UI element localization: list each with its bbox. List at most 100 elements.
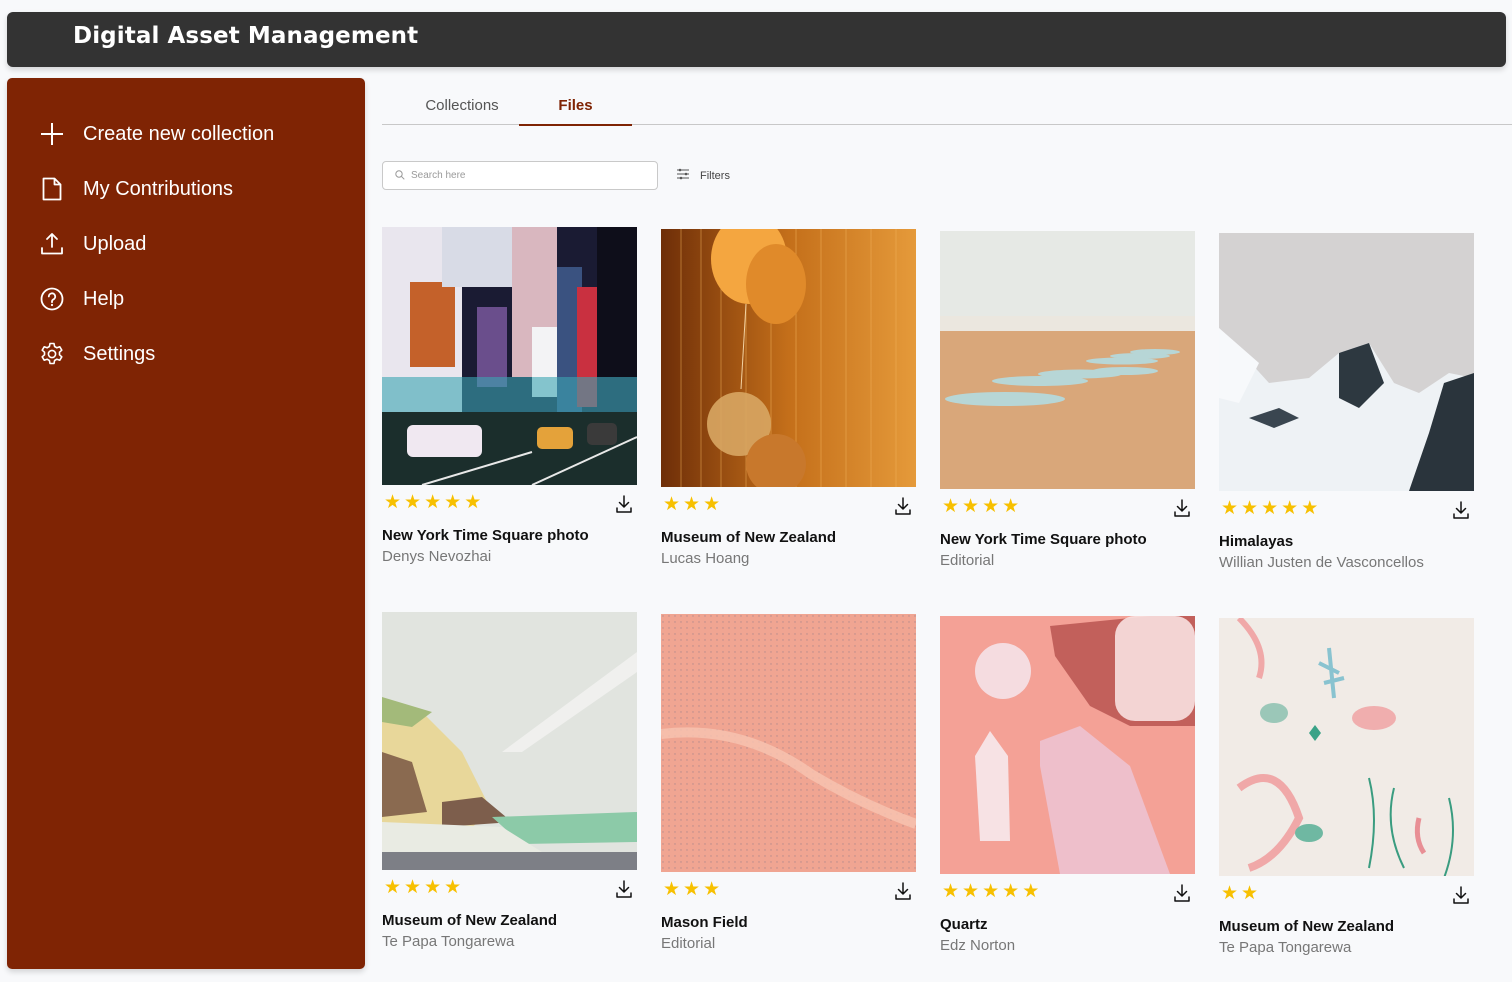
file-thumbnail-times-square-night[interactable]: [382, 227, 637, 485]
file-title: New York Time Square photo: [940, 531, 1147, 548]
file-meta: ★ ★ Museum of New Zealand Te Papa Tongare…: [1219, 876, 1474, 966]
star-icon: ★: [464, 492, 482, 513]
search-input[interactable]: [411, 170, 631, 181]
file-author: Lucas Hoang: [661, 550, 750, 567]
star-icon: ★: [404, 492, 422, 513]
file-card[interactable]: ★ ★ ★ Museum of New Zealand Lucas Hoang: [661, 229, 916, 577]
file-thumbnail-snowy-mountains[interactable]: [1219, 233, 1474, 491]
star-icon: ★: [1002, 496, 1020, 517]
file-card[interactable]: ★ ★ Museum of New Zealand Te Papa Tongare…: [1219, 618, 1474, 966]
star-icon: ★: [1221, 883, 1239, 904]
file-card[interactable]: ★ ★ ★ ★ ★ Himalayas Willian Justen de Vascon…: [1219, 233, 1474, 581]
star-icon: ★: [962, 881, 980, 902]
download-icon[interactable]: [1450, 884, 1472, 906]
star-icon: ★: [942, 881, 960, 902]
tab-bar: Collections Files: [382, 86, 1512, 126]
file-author: Te Papa Tongarewa: [382, 933, 515, 950]
star-icon: ★: [1221, 498, 1239, 519]
file-title: Museum of New Zealand: [382, 912, 558, 929]
sidebar-item-upload[interactable]: Upload: [39, 226, 146, 262]
star-rating: ★ ★ ★ ★: [384, 878, 461, 897]
file-thumbnail-gold-balloons[interactable]: [661, 229, 916, 487]
star-icon: ★: [982, 496, 1000, 517]
star-icon: ★: [663, 879, 681, 900]
file-title: Museum of New Zealand: [1219, 918, 1395, 935]
star-icon: ★: [424, 877, 442, 898]
star-rating: ★ ★ ★: [663, 495, 720, 514]
file-card[interactable]: ★ ★ ★ ★ Museum of New Zealand Te Papa Tonga…: [382, 612, 637, 960]
help-icon: [39, 286, 65, 312]
star-icon: ★: [424, 492, 442, 513]
file-thumbnail-pink-quartz-crystals[interactable]: [940, 616, 1195, 874]
sidebar-item-settings[interactable]: Settings: [39, 336, 155, 372]
sidebar-item-help[interactable]: Help: [39, 281, 124, 317]
star-icon: ★: [404, 877, 422, 898]
star-rating: ★ ★ ★ ★ ★: [942, 882, 1039, 901]
star-icon: ★: [1241, 883, 1259, 904]
file-title: New York Time Square photo: [382, 527, 589, 544]
search-box: [382, 161, 658, 190]
sidebar-item-label: Create new collection: [83, 122, 275, 145]
sidebar-item-create-collection[interactable]: Create new collection: [39, 116, 274, 152]
star-rating: ★ ★ ★ ★: [942, 497, 1019, 516]
star-icon: ★: [962, 496, 980, 517]
tab-collections[interactable]: Collections: [392, 86, 532, 125]
star-icon: ★: [1261, 498, 1279, 519]
filters-label: Filters: [700, 170, 730, 182]
download-icon[interactable]: [1171, 497, 1193, 519]
sidebar-item-my-contributions[interactable]: My Contributions: [39, 171, 233, 207]
download-icon[interactable]: [613, 878, 635, 900]
gear-icon: [39, 341, 65, 367]
file-card[interactable]: ★ ★ ★ Mason Field Editorial: [661, 614, 916, 962]
tab-files[interactable]: Files: [519, 86, 632, 126]
download-icon[interactable]: [1171, 882, 1193, 904]
sidebar-item-label: Settings: [83, 342, 156, 365]
sidebar: Create new collection My Contributions U…: [7, 78, 365, 969]
document-icon: [39, 176, 65, 202]
file-card[interactable]: ★ ★ ★ ★ ★ New York Time Square photo Denys N…: [382, 227, 637, 575]
star-icon: ★: [683, 879, 701, 900]
star-icon: ★: [703, 879, 721, 900]
star-icon: ★: [982, 881, 1000, 902]
download-icon[interactable]: [1450, 499, 1472, 521]
file-meta: ★ ★ ★ Mason Field Editorial: [661, 872, 916, 962]
file-title: Mason Field: [661, 914, 748, 931]
plus-icon: [39, 121, 65, 147]
file-card[interactable]: ★ ★ ★ ★ ★ Quartz Edz Norton: [940, 616, 1195, 964]
file-author: Willian Justen de Vasconcellos: [1219, 554, 1424, 571]
star-icon: ★: [444, 492, 462, 513]
file-meta: ★ ★ ★ ★ ★ Himalayas Willian Justen de Vascon…: [1219, 491, 1474, 581]
star-icon: ★: [384, 492, 402, 513]
file-title: Quartz: [940, 916, 988, 933]
download-icon[interactable]: [892, 495, 914, 517]
top-bar: Digital Asset Management: [7, 12, 1506, 67]
file-thumbnail-pink-field-aerial[interactable]: [661, 614, 916, 872]
star-icon: ★: [703, 494, 721, 515]
star-icon: ★: [384, 877, 402, 898]
file-author: Editorial: [661, 935, 716, 952]
star-icon: ★: [1002, 881, 1020, 902]
star-icon: ★: [1022, 881, 1040, 902]
file-author: Denys Nevozhai: [382, 548, 492, 565]
file-author: Te Papa Tongarewa: [1219, 939, 1352, 956]
star-icon: ★: [1241, 498, 1259, 519]
file-author: Edz Norton: [940, 937, 1016, 954]
file-thumbnail-coastal-cliff-painting[interactable]: [382, 612, 637, 870]
file-meta: ★ ★ ★ ★ Museum of New Zealand Te Papa Tonga…: [382, 870, 637, 960]
star-rating: ★ ★: [1221, 884, 1258, 903]
file-meta: ★ ★ ★ ★ ★ Quartz Edz Norton: [940, 874, 1195, 964]
file-card[interactable]: ★ ★ ★ ★ New York Time Square photo Editoria…: [940, 231, 1195, 579]
star-icon: ★: [683, 494, 701, 515]
file-meta: ★ ★ ★ ★ ★ New York Time Square photo Denys N…: [382, 485, 637, 575]
file-title: Himalayas: [1219, 533, 1294, 550]
sliders-icon: [676, 167, 690, 185]
file-meta: ★ ★ ★ Museum of New Zealand Lucas Hoang: [661, 487, 916, 577]
file-thumbnail-sea-life-pattern[interactable]: [1219, 618, 1474, 876]
star-icon: ★: [942, 496, 960, 517]
filters-button[interactable]: Filters: [676, 167, 730, 185]
download-icon[interactable]: [892, 880, 914, 902]
download-icon[interactable]: [613, 493, 635, 515]
file-thumbnail-surfboards-beach[interactable]: [940, 231, 1195, 489]
app-title: Digital Asset Management: [73, 23, 419, 49]
upload-icon: [39, 231, 65, 257]
